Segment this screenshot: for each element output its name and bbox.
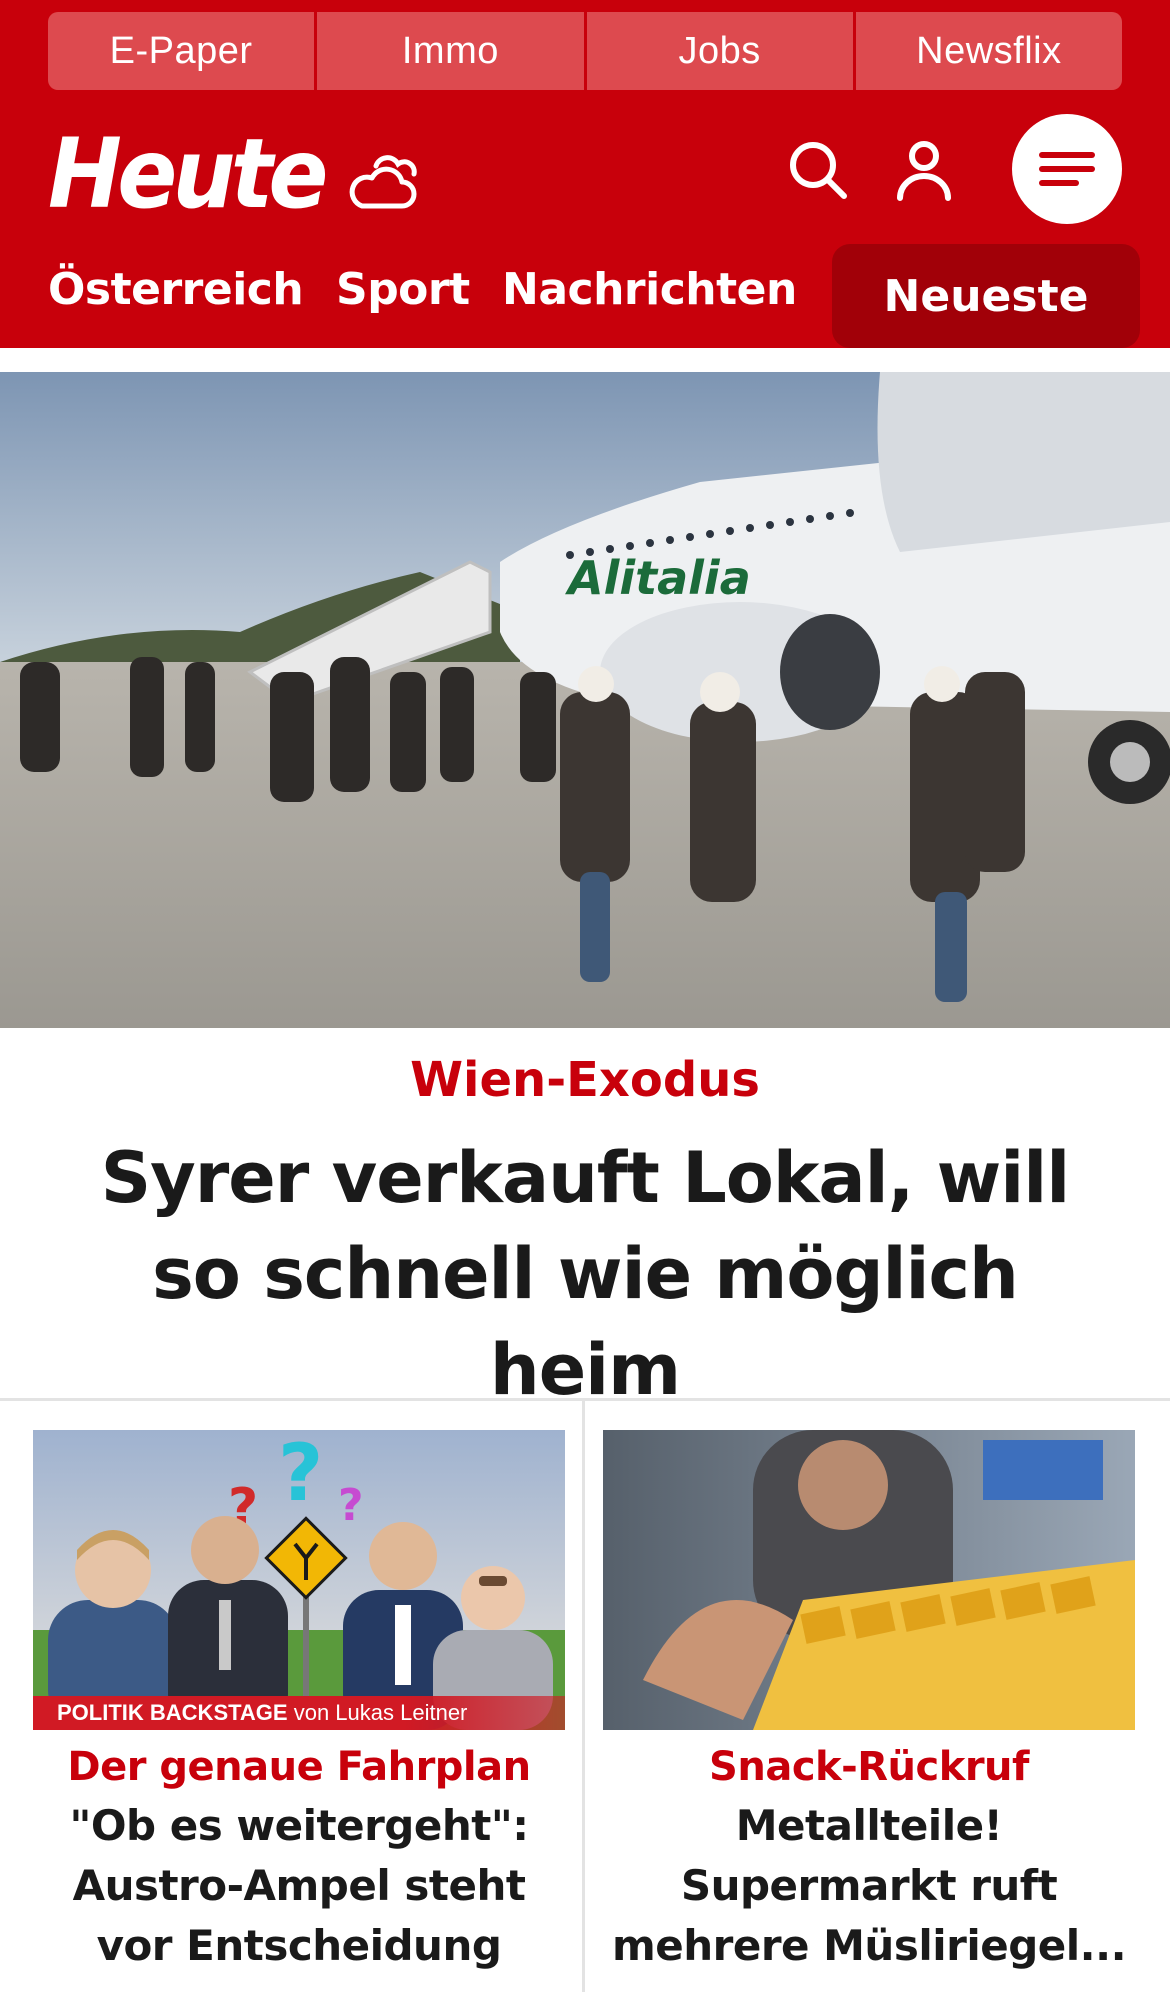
svg-text:?: ? [338,1480,364,1531]
top-link-immo[interactable]: Immo [317,12,587,90]
nav-sport[interactable]: Sport [336,264,470,315]
nav-nachrichten[interactable]: Nachrichten [502,264,797,315]
hero-image[interactable]: Alitalia [0,372,1170,1028]
section-divider [0,1398,1170,1401]
top-link-newsflix[interactable]: Newsflix [855,12,1122,90]
teaser-headline-line: Metallteile! [735,1801,1003,1850]
nav-neueste[interactable]: Neueste [832,244,1140,348]
svg-text:?: ? [278,1430,323,1519]
backstage-label-author: von Lukas Leitner [287,1700,468,1725]
column-divider [582,1401,585,1992]
main-nav: Österreich Sport Nachrichten Neueste [0,244,1170,348]
backstage-label-strong: POLITIK BACKSTAGE [57,1700,288,1725]
teaser-image[interactable]: ? ? ? POLITIK BACKSTAGE von Lukas Leitne… [33,1430,565,1730]
top-link-jobs[interactable]: Jobs [586,12,856,90]
teaser-card[interactable]: Snack-Rückruf Metallteile! Supermarkt ru… [603,1430,1135,1976]
menu-icon [1039,152,1095,186]
teaser-headline-line: mehrere Müsliriegel... [611,1921,1127,1970]
teaser-headline-line: Supermarkt ruft [680,1861,1058,1910]
teaser-headline[interactable]: Metallteile! Supermarkt ruft mehrere Müs… [603,1796,1135,1976]
backstage-label: POLITIK BACKSTAGE von Lukas Leitner [57,1700,467,1726]
teaser-image[interactable] [603,1430,1135,1730]
teaser-kicker[interactable]: Der genaue Fahrplan [33,1744,565,1790]
teaser-card[interactable]: ? ? ? POLITIK BACKSTAGE von Lukas Leitne… [33,1430,565,1976]
hero-kicker[interactable]: Wien-Exodus [0,1052,1170,1108]
teaser-kicker[interactable]: Snack-Rückruf [603,1744,1135,1790]
svg-text:Alitalia: Alitalia [565,551,751,605]
cloud-sun-icon[interactable] [346,148,422,214]
hero-headline[interactable]: Syrer verkauft Lokal, will so schnell wi… [60,1130,1110,1418]
teaser-headline[interactable]: "Ob es weitergeht": Austro-Ampel steht v… [33,1796,565,1976]
user-icon[interactable] [884,130,964,210]
menu-button[interactable] [1012,114,1122,224]
heute-logo[interactable]: Heute [48,126,328,222]
search-icon[interactable] [778,130,858,210]
site-header: E-Paper Immo Jobs Newsflix Heute Österre… [0,0,1170,348]
brand-row: Heute [0,108,1170,238]
top-links-bar: E-Paper Immo Jobs Newsflix [48,12,1122,90]
nav-oesterreich[interactable]: Österreich [48,264,304,315]
top-link-epaper[interactable]: E-Paper [48,12,318,90]
